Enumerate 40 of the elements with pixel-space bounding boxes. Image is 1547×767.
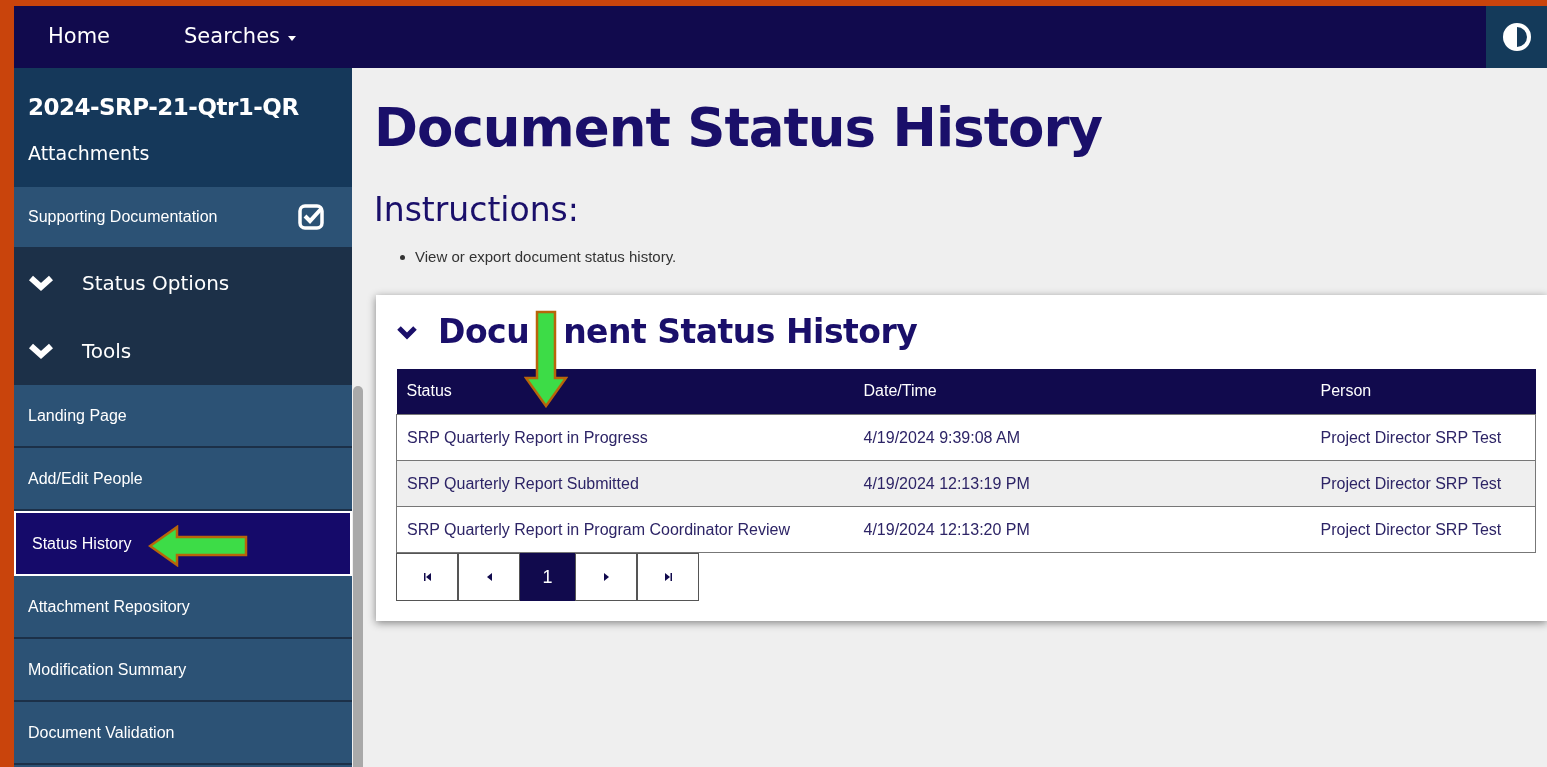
next-page-button[interactable] xyxy=(575,553,637,601)
table-cell: 4/19/2024 12:13:19 PM xyxy=(853,460,1311,507)
sidebar-item[interactable]: Status History xyxy=(14,511,352,576)
skip-last-icon xyxy=(663,573,673,581)
caret-icon xyxy=(288,36,297,41)
table-cell: SRP Quarterly Report Submitted xyxy=(396,460,854,507)
column-header: Person xyxy=(1310,368,1536,415)
panel-toggle[interactable]: Docu nent Status History xyxy=(396,302,918,361)
sidebar-group-toggle[interactable]: Status Options xyxy=(14,249,352,317)
panel-title: nent Status History xyxy=(563,310,918,353)
scrollbar-thumb[interactable] xyxy=(353,386,363,767)
table-cell: SRP Quarterly Report in Progress xyxy=(396,414,854,461)
page-button[interactable]: 1 xyxy=(520,553,575,601)
panel-title: Docu xyxy=(438,310,530,353)
table-cell: 4/19/2024 9:39:08 AM xyxy=(853,414,1311,461)
first-page-button[interactable] xyxy=(396,553,458,601)
chevron-down-icon xyxy=(28,342,54,360)
sidebar-group-toggle[interactable]: Tools xyxy=(14,317,352,385)
page-title: Document Status History xyxy=(374,96,1104,160)
last-page-button[interactable] xyxy=(637,553,699,601)
arrow-left-icon xyxy=(148,525,248,567)
table-cell: Project Director SRP Test xyxy=(1310,506,1536,553)
searches-menu[interactable]: Searches xyxy=(184,21,297,53)
instruction-text: View or export document status history. xyxy=(415,247,677,267)
skip-first-icon xyxy=(422,573,432,581)
nav-link[interactable]: Home xyxy=(48,21,110,53)
table-cell: SRP Quarterly Report in Program Coordinator Review xyxy=(396,506,854,553)
triangle-right-icon xyxy=(601,573,611,581)
instructions-heading: Instructions: xyxy=(374,189,580,231)
prev-page-button[interactable] xyxy=(458,553,520,601)
column-header: Status xyxy=(396,368,854,415)
table-cell: 4/19/2024 12:13:20 PM xyxy=(853,506,1311,553)
section-title: Attachments xyxy=(28,140,151,166)
table-cell: Project Director SRP Test xyxy=(1310,460,1536,507)
table-cell: Project Director SRP Test xyxy=(1310,414,1536,461)
contrast-toggle-button[interactable] xyxy=(1486,6,1547,68)
bullet-icon xyxy=(400,254,405,260)
chevron-down-icon xyxy=(28,274,54,292)
document-title: 2024-SRP-21-Qtr1-QR xyxy=(28,93,300,122)
column-header: Date/Time xyxy=(853,368,1311,415)
